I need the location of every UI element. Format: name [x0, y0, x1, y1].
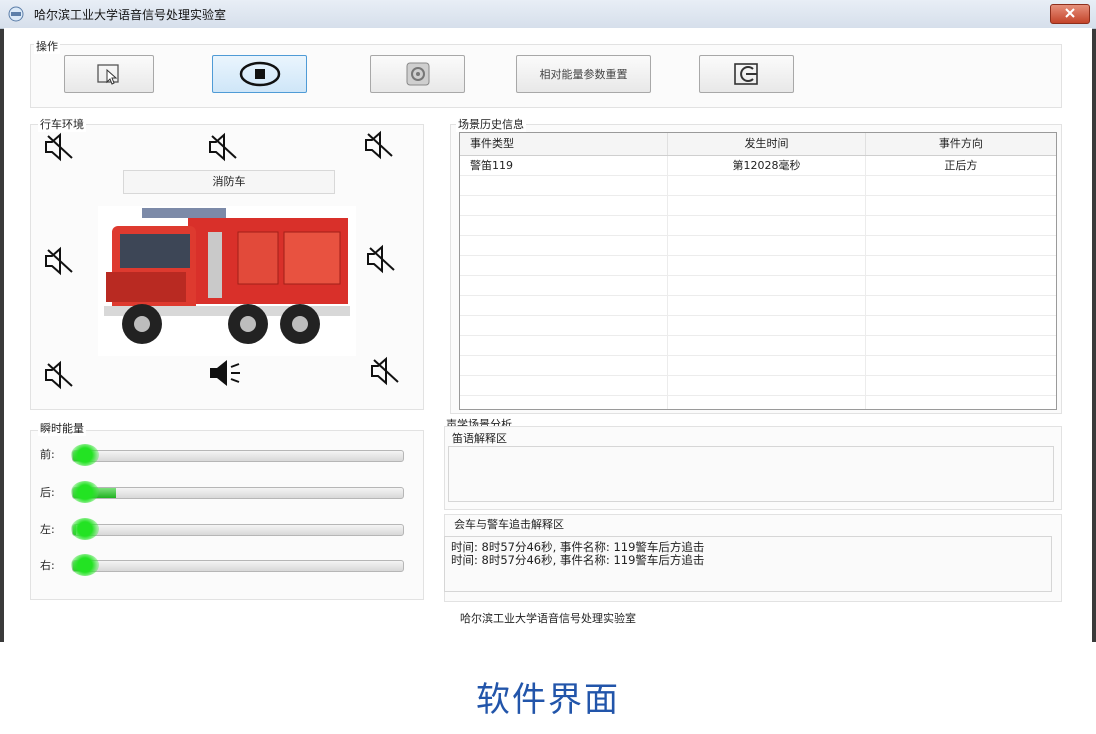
siren-explanation-area[interactable] [448, 446, 1054, 502]
history-table[interactable]: 事件类型 发生时间 事件方向 警笛119 第12028毫秒 正后方 [459, 132, 1057, 410]
history-table-header: 事件类型 发生时间 事件方向 [460, 133, 1056, 156]
table-row [460, 356, 1056, 376]
table-row [460, 216, 1056, 236]
speaker-active-icon [210, 360, 240, 386]
energy-label-front: 前: [40, 448, 55, 461]
speaker-muted-icon [45, 132, 73, 162]
energy-bar-left [72, 524, 404, 536]
table-row [460, 236, 1056, 256]
energy-bar-rear [72, 487, 404, 499]
cursor-icon [97, 64, 119, 85]
column-header[interactable]: 事件类型 [460, 133, 669, 155]
speaker-muted-icon [371, 356, 399, 386]
title-bar: 哈尔滨工业大学语音信号处理实验室 [0, 0, 1096, 29]
table-cell: 正后方 [944, 159, 978, 172]
log-line: 时间: 8时57分46秒, 事件名称: 119警车后方追击 [451, 553, 705, 567]
settings-button[interactable] [370, 55, 465, 93]
energy-label-left: 左: [40, 523, 55, 536]
energy-bar-front [72, 450, 404, 462]
energy-slider-knob[interactable] [71, 554, 99, 576]
table-row [460, 376, 1056, 396]
history-group-label: 场景历史信息 [456, 116, 526, 132]
energy-bar-right [72, 560, 404, 572]
chase-group-label: 会车与警车追击解释区 [454, 518, 564, 531]
speaker-muted-icon [365, 130, 393, 160]
exit-button[interactable] [699, 55, 794, 93]
vehicle-type-label: 消防车 [123, 170, 335, 194]
close-icon [1065, 8, 1075, 18]
close-button[interactable] [1050, 4, 1090, 24]
speaker-muted-icon [45, 246, 73, 276]
app-icon [8, 6, 24, 22]
siren-group-label: 笛语解释区 [452, 432, 507, 445]
table-row [460, 316, 1056, 336]
gear-icon [406, 62, 429, 86]
speaker-muted-icon [209, 132, 237, 162]
footer-text: 哈尔滨工业大学语音信号处理实验室 [460, 612, 636, 625]
speaker-muted-icon [45, 360, 73, 390]
energy-slider-knob[interactable] [71, 518, 99, 540]
energy-slider-knob[interactable] [71, 481, 99, 503]
fire-truck-image [98, 206, 356, 356]
energy-label-rear: 后: [40, 486, 55, 499]
energy-slider-knob[interactable] [71, 444, 99, 466]
environment-group-label: 行车环境 [38, 116, 86, 132]
table-row [460, 176, 1056, 196]
reset-energy-button[interactable]: 相对能量参数重置 [516, 55, 651, 93]
table-row [460, 296, 1056, 316]
stop-button[interactable] [212, 55, 307, 93]
figure-caption: 软件界面 [476, 680, 620, 720]
table-row [460, 396, 1056, 409]
column-header[interactable]: 发生时间 [668, 133, 866, 155]
client-area: 操作 相对能量参数重置 行车环境 消防车 场景历史信息 事件类型 发生时间 事件… [4, 28, 1092, 642]
energy-group-label: 瞬时能量 [38, 420, 86, 436]
column-header[interactable]: 事件方向 [866, 133, 1056, 155]
stop-icon [239, 61, 280, 87]
window-title: 哈尔滨工业大学语音信号处理实验室 [34, 8, 227, 22]
table-row [460, 276, 1056, 296]
chase-log-area[interactable]: 时间: 8时57分46秒, 事件名称: 119警车后方追击 时间: 8时57分4… [444, 536, 1052, 592]
exit-icon [733, 63, 758, 85]
table-row[interactable]: 警笛119 第12028毫秒 正后方 [460, 156, 1056, 176]
table-row [460, 256, 1056, 276]
app-window: 哈尔滨工业大学语音信号处理实验室 操作 相对能量参数重置 行车环境 消防车 场景… [0, 0, 1096, 642]
toolbar-group-label: 操作 [34, 38, 60, 54]
select-button[interactable] [64, 55, 154, 93]
table-cell: 警笛119 [460, 156, 669, 175]
table-row [460, 196, 1056, 216]
table-cell: 第12028毫秒 [668, 156, 866, 175]
speaker-muted-icon [367, 244, 395, 274]
energy-label-right: 右: [40, 559, 55, 572]
table-row [460, 336, 1056, 356]
